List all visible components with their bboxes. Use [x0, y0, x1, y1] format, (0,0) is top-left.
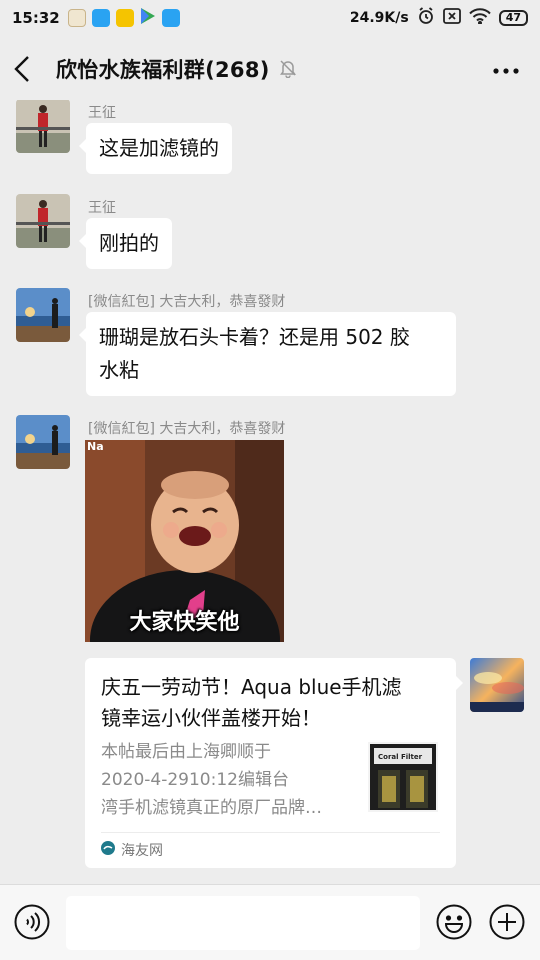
source-logo-icon — [101, 841, 115, 859]
message-text-line: 水粘 — [99, 358, 139, 382]
play-store-icon — [140, 7, 156, 29]
app-notification-icon — [115, 9, 134, 27]
plus-icon — [489, 904, 525, 940]
chat-title: 欣怡水族福利群(268) — [56, 58, 270, 82]
notification-icons — [67, 7, 180, 29]
message-bubble[interactable]: 刚拍的 — [79, 218, 172, 269]
sticker-tag: Na — [87, 440, 104, 453]
emoji-icon — [436, 904, 472, 940]
back-arrow-icon — [14, 56, 29, 82]
emoji-button[interactable] — [436, 904, 472, 940]
sticker-caption: 大家快笑他 — [129, 610, 240, 635]
status-bar: 15:32 24.9K/s 47 — [0, 0, 540, 36]
app-notification-icon — [161, 9, 180, 27]
status-right: 24.9K/s 47 — [350, 7, 528, 29]
link-card[interactable]: 庆五一劳动节！Aqua blue手机滤 镜幸运小伙伴盖楼开始！ 本帖最后由上海卿… — [85, 658, 463, 868]
sender-name: [微信紅包] 大吉大利，恭喜發财 — [88, 294, 286, 310]
more-functions-button[interactable] — [489, 904, 525, 940]
alarm-icon — [417, 7, 435, 29]
voice-input-button[interactable] — [14, 904, 50, 940]
card-desc-line: 本帖最后由上海卿顺于 — [101, 742, 271, 762]
sim-off-icon — [442, 8, 461, 28]
card-divider — [101, 832, 440, 833]
app-notification-icon — [91, 9, 110, 27]
voice-icon — [14, 904, 50, 940]
card-source: 海友网 — [101, 840, 163, 860]
battery-indicator: 47 — [498, 10, 528, 26]
message-bubble[interactable]: 珊瑚是放石头卡着？还是用 502 胶 水粘 — [79, 312, 456, 396]
card-thumbnail: Coral Filter — [368, 742, 438, 812]
chat-header: 欣怡水族福利群(268) — [0, 36, 540, 102]
wifi-icon — [468, 8, 491, 28]
thumb-label: Coral Filter — [378, 753, 423, 761]
status-time: 15:32 — [12, 9, 60, 27]
sticker-image[interactable]: Na 大家快笑他 — [85, 440, 284, 642]
self-avatar[interactable] — [470, 658, 524, 712]
sender-name: [微信紅包] 大吉大利，恭喜發财 — [88, 421, 286, 437]
sender-name: 王征 — [88, 200, 116, 216]
source-name: 海友网 — [121, 843, 163, 859]
message-text: 这是加滤镜的 — [99, 136, 219, 160]
network-speed: 24.9K/s — [349, 10, 409, 26]
card-description: 本帖最后由上海卿顺于 2020-4-2910:12编辑台 湾手机滤镜真正的原厂品… — [101, 738, 353, 822]
message-text: 刚拍的 — [99, 231, 159, 255]
message-input[interactable] — [66, 896, 420, 950]
card-desc-line: 湾手机滤镜真正的原厂品牌… — [101, 798, 322, 818]
message-text-line: 珊瑚是放石头卡着？还是用 502 胶 — [99, 325, 410, 349]
input-bar — [0, 884, 540, 960]
more-dots-icon — [493, 68, 519, 74]
avatar[interactable] — [16, 194, 70, 248]
card-title-line: 庆五一劳动节！Aqua blue手机滤 — [101, 675, 402, 699]
avatar[interactable] — [16, 288, 70, 342]
back-button[interactable] — [14, 49, 42, 89]
message-bubble[interactable]: 这是加滤镜的 — [79, 123, 232, 174]
mute-bell-icon — [278, 58, 298, 82]
more-options-button[interactable] — [486, 59, 526, 79]
card-title: 庆五一劳动节！Aqua blue手机滤 镜幸运小伙伴盖楼开始！ — [101, 672, 446, 734]
sender-name: 王征 — [88, 105, 116, 121]
card-title-line: 镜幸运小伙伴盖楼开始！ — [101, 706, 321, 730]
card-desc-line: 2020-4-2910:12编辑台 — [101, 770, 289, 790]
app-notification-icon — [67, 9, 86, 27]
avatar[interactable] — [16, 100, 70, 153]
avatar[interactable] — [16, 415, 70, 469]
chat-message-list[interactable]: 王征 这是加滤镜的 王征 刚拍的 [微信紅包] 大吉大利，恭喜發财 珊瑚是放石头… — [0, 100, 540, 884]
